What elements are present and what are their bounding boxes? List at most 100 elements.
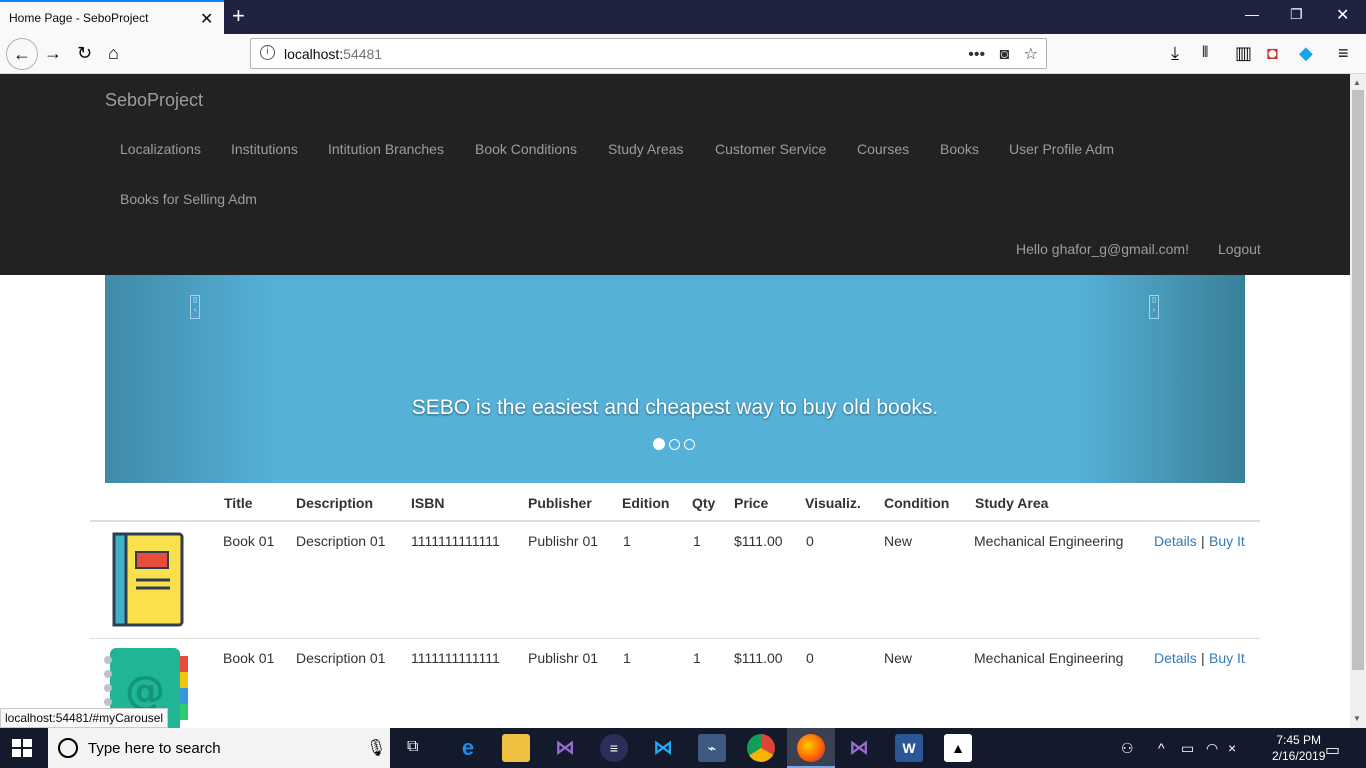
cell-price: $111.00: [734, 650, 783, 666]
browser-tab[interactable]: Home Page - SeboProject ✕: [0, 0, 224, 34]
buy-it-link[interactable]: Buy It: [1209, 533, 1245, 549]
mysql-workbench-icon[interactable]: ⌁: [698, 734, 726, 762]
cell-condition: New: [884, 650, 913, 666]
col-edition: Edition: [622, 495, 670, 511]
col-condition: Condition: [884, 495, 950, 511]
windows-taskbar: Type here to search 🎙 ⧉ e ⋈ ≡ ⋈ ⌁ ⋈ W ▲ …: [0, 728, 1366, 768]
eclipse-icon[interactable]: ≡: [600, 734, 628, 762]
buy-it-link[interactable]: Buy It: [1209, 650, 1245, 666]
details-link[interactable]: Details: [1154, 650, 1197, 666]
nav-courses[interactable]: Courses: [857, 141, 909, 157]
forward-icon[interactable]: →: [44, 43, 62, 63]
page-actions-icon[interactable]: •••: [968, 46, 985, 63]
sidebar-icon[interactable]: ▥: [1235, 43, 1252, 63]
scroll-thumb[interactable]: [1352, 90, 1364, 670]
carousel-indicator[interactable]: [669, 439, 680, 450]
wifi-icon[interactable]: ◠: [1206, 740, 1218, 757]
col-study-area: Study Area: [975, 495, 1049, 511]
download-icon[interactable]: ⤓: [1171, 43, 1179, 63]
back-icon[interactable]: ←: [6, 38, 38, 70]
word-icon[interactable]: W: [895, 734, 923, 762]
home-icon[interactable]: ⌂: [108, 43, 119, 63]
url-text[interactable]: localhost:54481: [284, 46, 382, 62]
scroll-down-icon[interactable]: ▼: [1353, 714, 1361, 723]
restore-icon[interactable]: ❐: [1290, 6, 1303, 23]
visual-studio-icon[interactable]: ⋈: [551, 734, 579, 762]
file-explorer-icon[interactable]: [502, 734, 530, 762]
vscode-icon[interactable]: ⋈: [649, 734, 677, 762]
link-separator: |: [1201, 533, 1205, 549]
extension-icon[interactable]: ◆: [1299, 43, 1313, 63]
search-placeholder: Type here to search: [88, 740, 221, 757]
nav-localizations[interactable]: Localizations: [120, 141, 201, 157]
url-bar[interactable]: i localhost:54481 ••• ◙ ☆: [250, 38, 1047, 69]
windows-start-icon[interactable]: [12, 739, 32, 757]
photos-icon[interactable]: ▲: [944, 734, 972, 762]
bookmark-star-icon[interactable]: ☆: [1024, 46, 1038, 63]
close-tab-icon[interactable]: ✕: [200, 9, 213, 29]
col-qty: Qty: [692, 495, 716, 511]
chrome-icon[interactable]: [747, 734, 775, 762]
cell-description: Description 01: [296, 650, 386, 666]
reload-icon[interactable]: ↻: [77, 43, 92, 63]
nav-user-profile-adm[interactable]: User Profile Adm: [1009, 141, 1114, 157]
carousel-prev-icon[interactable]: ▯ ‹: [190, 295, 200, 319]
firefox-icon[interactable]: [797, 734, 825, 762]
taskbar-clock[interactable]: 7:45 PM 2/16/2019: [1272, 732, 1325, 764]
task-view-icon[interactable]: ⧉: [407, 738, 418, 756]
site-info-icon[interactable]: i: [260, 45, 275, 60]
minimize-icon[interactable]: —: [1245, 6, 1259, 22]
microphone-icon[interactable]: 🎙: [366, 738, 386, 758]
nav-book-conditions[interactable]: Book Conditions: [475, 141, 577, 157]
col-isbn: ISBN: [411, 495, 445, 511]
clock-date: 2/16/2019: [1272, 749, 1326, 763]
show-hidden-icons[interactable]: ^: [1158, 740, 1165, 756]
nav-books[interactable]: Books: [940, 141, 979, 157]
user-greeting-link[interactable]: Hello ghafor_g@gmail.com!: [1016, 241, 1189, 257]
brand-link[interactable]: SeboProject: [105, 90, 203, 111]
cell-visualiz: 0: [806, 650, 814, 666]
col-publisher: Publisher: [528, 495, 592, 511]
cell-edition: 1: [623, 650, 631, 666]
library-icon[interactable]: ⫴: [1202, 43, 1208, 63]
visual-studio-2-icon[interactable]: ⋈: [845, 734, 873, 762]
new-tab-icon[interactable]: +: [232, 4, 245, 28]
page-scrollbar[interactable]: ▲ ▼: [1350, 74, 1366, 728]
table-divider: [90, 520, 1260, 522]
cell-study-area: Mechanical Engineering: [974, 533, 1124, 549]
cell-price: $111.00: [734, 533, 783, 549]
details-link[interactable]: Details: [1154, 533, 1197, 549]
link-separator: |: [1201, 650, 1205, 666]
notifications-icon[interactable]: ▭: [1325, 740, 1340, 760]
nav-study-areas[interactable]: Study Areas: [608, 141, 684, 157]
edge-icon[interactable]: e: [454, 734, 482, 762]
scroll-up-icon[interactable]: ▲: [1353, 78, 1361, 87]
cell-qty: 1: [693, 650, 701, 666]
cell-visualiz: 0: [806, 533, 814, 549]
nav-customer-service[interactable]: Customer Service: [715, 141, 826, 157]
volume-muted-icon[interactable]: ×: [1228, 740, 1236, 756]
menu-icon[interactable]: ≡: [1338, 43, 1349, 63]
carousel-caption: SEBO is the easiest and cheapest way to …: [411, 396, 939, 419]
battery-icon[interactable]: ▭: [1181, 740, 1194, 757]
people-icon[interactable]: ⚇: [1121, 740, 1134, 757]
col-price: Price: [734, 495, 769, 511]
col-description: Description: [296, 495, 374, 511]
table-divider: [90, 638, 1260, 639]
nav-books-for-selling-adm[interactable]: Books for Selling Adm: [120, 191, 257, 207]
tab-title: Home Page - SeboProject: [9, 11, 149, 25]
taskbar-search[interactable]: Type here to search 🎙: [48, 728, 390, 768]
carousel-next-icon[interactable]: ▯ ›: [1149, 295, 1159, 319]
nav-institution-branches[interactable]: Intitution Branches: [328, 141, 444, 157]
pocket-icon[interactable]: ◙: [1000, 46, 1010, 63]
carousel-indicator[interactable]: [653, 438, 665, 450]
window-close-icon[interactable]: ✕: [1336, 5, 1349, 25]
pocket-extension-icon[interactable]: ◘: [1267, 43, 1278, 63]
cell-isbn: 1111111111111: [411, 650, 500, 666]
nav-institutions[interactable]: Institutions: [231, 141, 298, 157]
cell-publisher: Publishr 01: [528, 650, 599, 666]
logout-link[interactable]: Logout: [1218, 241, 1261, 257]
cell-title: Book 01: [223, 533, 275, 549]
browser-tab-bar: Home Page - SeboProject ✕ + — ❐ ✕: [0, 0, 1366, 34]
carousel-indicator[interactable]: [684, 439, 695, 450]
